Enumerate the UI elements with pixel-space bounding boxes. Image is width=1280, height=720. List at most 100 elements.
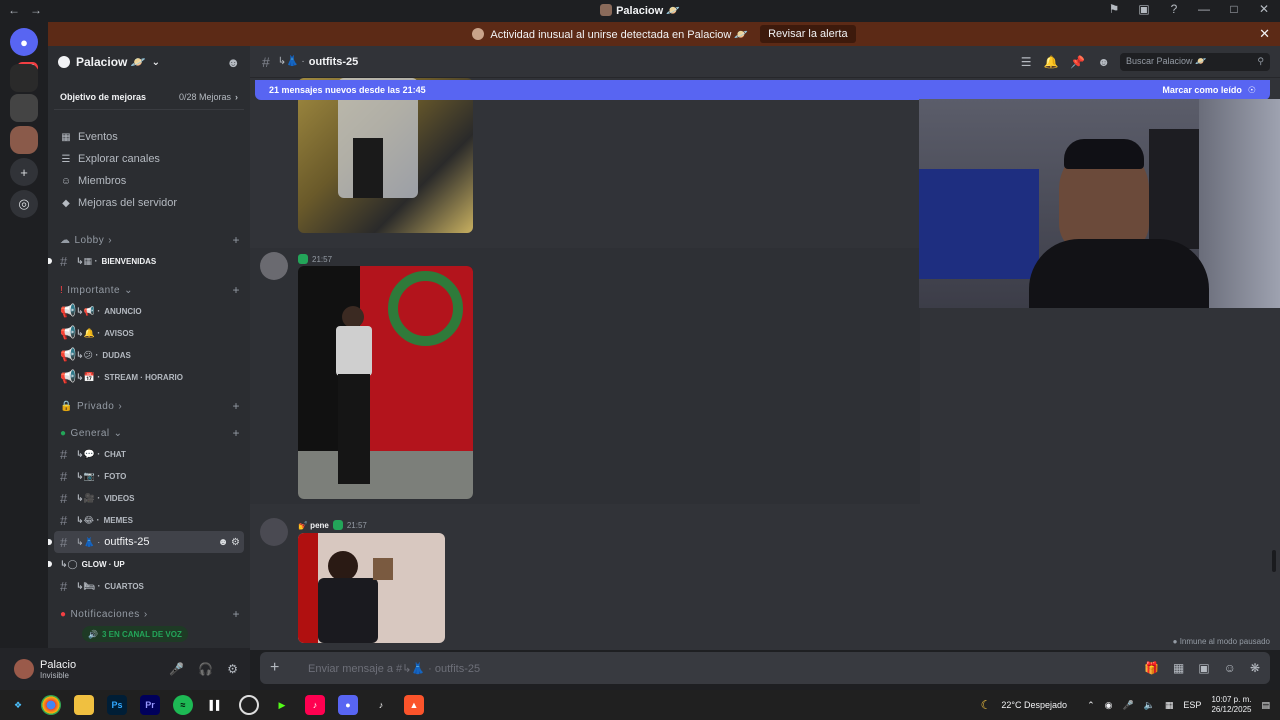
channel-foto[interactable]: # ↳📷 · FOTO: [48, 465, 250, 487]
gift-icon[interactable]: 🎁: [1144, 661, 1159, 675]
tiktok-studio-icon[interactable]: ♪: [305, 695, 325, 715]
message-composer[interactable]: + Enviar mensaje a #↳👗 · outfits-25 🎁 ▦ …: [260, 652, 1270, 684]
channel-bienvenidas[interactable]: # ↳▦ · BIENVENIDAS: [48, 250, 250, 272]
attach-plus-icon[interactable]: +: [270, 659, 296, 677]
bell-icon[interactable]: 🔔: [1043, 55, 1058, 69]
message-username: 💅 pene: [298, 520, 329, 530]
language-indicator[interactable]: ESP: [1183, 700, 1201, 710]
add-channel-icon[interactable]: +: [232, 399, 240, 413]
new-messages-bar[interactable]: 21 mensajes nuevos desde las 21:45 Marca…: [255, 80, 1270, 100]
category-lobby[interactable]: ☁ Lobby › +: [48, 230, 250, 250]
chevron-down-icon: ⌄: [113, 427, 123, 439]
notifications-icon[interactable]: ▤: [1261, 700, 1270, 711]
channel-settings-icon[interactable]: ☻ ⚙: [218, 537, 240, 548]
add-server-icon[interactable]: +: [10, 158, 38, 186]
boost-goal[interactable]: Objetivo de mejoras 0/28 Mejoras ›: [54, 84, 244, 110]
add-channel-icon[interactable]: +: [232, 607, 240, 621]
sidebar-item-events[interactable]: ▦ Eventos: [48, 126, 250, 148]
pin-icon[interactable]: 📌: [1070, 55, 1085, 69]
flag-icon[interactable]: ⚑: [1106, 2, 1122, 16]
explore-icon[interactable]: ◎: [10, 190, 38, 218]
add-channel-icon[interactable]: +: [232, 426, 240, 440]
channel-videos[interactable]: # ↳🎥 · VIDEOS: [48, 487, 250, 509]
channel-anuncio[interactable]: 📢 ↳📢 · ANUNCIO: [48, 300, 250, 322]
user-panel: Palacio Invisible 🎤 🎧 ⚙: [0, 648, 250, 690]
hash-icon: #: [262, 53, 270, 70]
sticker-icon[interactable]: ▣: [1198, 661, 1209, 675]
apps-icon[interactable]: ❋: [1250, 661, 1260, 675]
message-input[interactable]: Enviar mensaje a #↳👗 · outfits-25: [308, 662, 480, 675]
outfit-photo-1[interactable]: [298, 78, 473, 233]
webcam-overlay: [919, 99, 1280, 308]
channel-chat[interactable]: # ↳💬 · CHAT: [48, 443, 250, 465]
discord-icon[interactable]: ●: [338, 695, 358, 715]
spotify-icon[interactable]: ≈: [173, 695, 193, 715]
channel-cuartos[interactable]: # ↳🛏 · CUARTOS: [48, 575, 250, 597]
sidebar-item-boosts[interactable]: ◆ Mejoras del servidor: [48, 192, 250, 214]
premiere-icon[interactable]: Pr: [140, 695, 160, 715]
message-meta: 💅 pene 21:57: [298, 520, 367, 530]
inbox-icon[interactable]: ▣: [1136, 2, 1152, 16]
channel-outfits-25[interactable]: # ↳👗 · outfits-25 ☻ ⚙: [48, 531, 244, 553]
microphone-icon[interactable]: 🎤: [169, 662, 184, 676]
unread-indicator: [48, 561, 52, 567]
hash-icon: #: [60, 468, 68, 484]
chevron-up-icon[interactable]: ⌃: [1087, 700, 1095, 711]
server-header[interactable]: Palaciow 🪐 ⌄ ☻: [48, 46, 250, 78]
gear-icon[interactable]: ⚙: [227, 662, 238, 676]
channel-horario[interactable]: 📢 ↳📅 · STREAM · HORARIO: [48, 366, 250, 388]
window-controls: ⚑ ▣ ? — □ ✕: [1106, 2, 1272, 16]
channel-glow-up[interactable]: ↳◯ GLOW · UP: [48, 553, 250, 575]
outfit-photo-2[interactable]: [298, 266, 473, 499]
voice-channel-bar[interactable]: 🔊 3 EN CANAL DE VOZ: [82, 626, 188, 642]
headphones-icon[interactable]: 🎧: [198, 662, 213, 676]
brave-icon[interactable]: ▲: [404, 695, 424, 715]
add-channel-icon[interactable]: +: [232, 283, 240, 297]
sidebar-item-members[interactable]: ☺ Miembros: [48, 170, 250, 192]
tiktok-icon[interactable]: ♪: [371, 695, 391, 715]
category-general[interactable]: ● General ⌄ +: [48, 423, 250, 443]
sidebar-item-browse-channels[interactable]: ☰ Explorar canales: [48, 148, 250, 170]
maximize-icon[interactable]: □: [1226, 2, 1242, 16]
server-badge-icon: [58, 56, 70, 68]
close-window-icon[interactable]: ✕: [1256, 2, 1272, 16]
audio-mixer-icon[interactable]: ▌▌: [206, 695, 226, 715]
add-channel-icon[interactable]: +: [232, 233, 240, 247]
help-icon[interactable]: ?: [1166, 2, 1182, 16]
obs-icon[interactable]: [239, 695, 259, 715]
category-notificaciones[interactable]: ● Notificaciones › +: [48, 604, 250, 624]
volume-icon[interactable]: 🔈: [1144, 700, 1155, 711]
kick-icon[interactable]: ▶: [272, 695, 292, 715]
channel-avisos[interactable]: 📢 ↳🔔 · AVISOS: [48, 322, 250, 344]
threads-icon[interactable]: ☰: [1021, 55, 1032, 69]
photoshop-icon[interactable]: Ps: [107, 695, 127, 715]
member-list-icon[interactable]: ☻: [1097, 55, 1110, 69]
mark-as-read-button[interactable]: Marcar como leído: [1162, 85, 1242, 95]
windows-start-icon[interactable]: ❖: [8, 695, 28, 715]
server-icon-2[interactable]: [10, 94, 38, 122]
avatar[interactable]: [14, 659, 34, 679]
alert-banner: Actividad inusual al unirse detectada en…: [48, 22, 1280, 46]
avatar[interactable]: [260, 518, 288, 546]
review-alert-button[interactable]: Revisar la alerta: [760, 25, 856, 43]
outfit-photo-3[interactable]: [298, 533, 445, 643]
minimize-icon[interactable]: —: [1196, 2, 1212, 16]
emoji-icon[interactable]: ☺: [1224, 661, 1236, 675]
channel-memes[interactable]: # ↳😂 · MEMES: [48, 509, 250, 531]
avatar[interactable]: [260, 252, 288, 280]
channel-dudas[interactable]: 📢 ↳😕 · DUDAS: [48, 344, 250, 366]
server-icon-1[interactable]: [10, 64, 38, 92]
invite-icon[interactable]: ☻: [226, 55, 240, 70]
server-icon-palaciow[interactable]: [10, 126, 38, 154]
scrollbar[interactable]: [1272, 550, 1276, 572]
close-icon[interactable]: ✕: [1259, 26, 1270, 42]
gif-icon[interactable]: ▦: [1173, 661, 1184, 675]
channel-prefix: ↳👗 ·: [277, 56, 305, 67]
category-importante[interactable]: ! Importante ⌄ +: [48, 280, 250, 300]
discord-home-icon[interactable]: ●: [10, 28, 38, 56]
file-explorer-icon[interactable]: [74, 695, 94, 715]
search-input[interactable]: Buscar Palaciow 🪐 ⚲: [1120, 52, 1270, 71]
chrome-icon[interactable]: [41, 695, 61, 715]
clock[interactable]: 10:07 p. m. 26/12/2025: [1211, 695, 1251, 715]
category-privado[interactable]: 🔒 Privado › +: [48, 396, 250, 416]
